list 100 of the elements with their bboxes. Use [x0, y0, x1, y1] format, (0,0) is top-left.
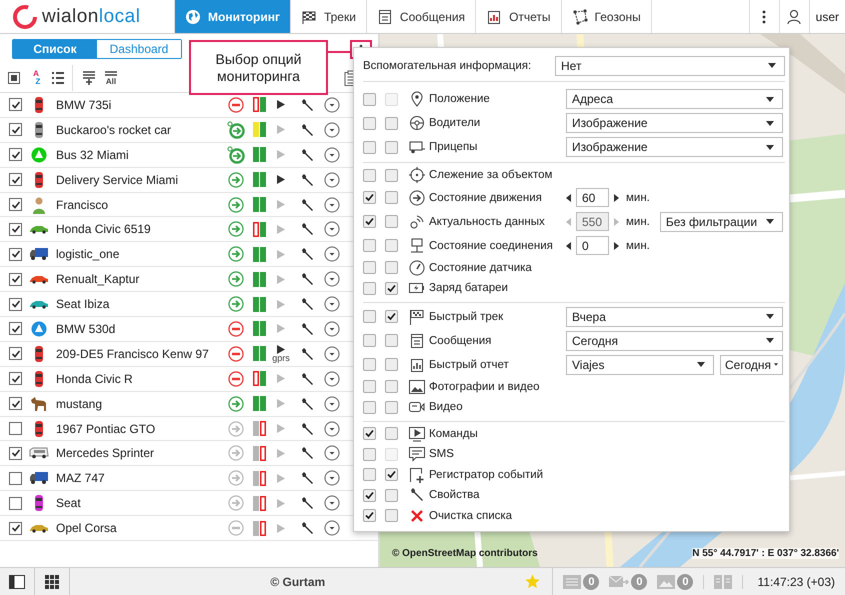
option-checkbox[interactable]: [363, 261, 376, 274]
select-field[interactable]: Без фильтрации: [660, 212, 783, 232]
dropdown-menu-icon[interactable]: [324, 96, 340, 113]
wrench-icon[interactable]: [300, 198, 314, 212]
select-all-checkbox[interactable]: [8, 72, 20, 84]
select-field[interactable]: Нет: [555, 56, 785, 76]
unit-checkbox[interactable]: [9, 472, 22, 485]
unit-checkbox[interactable]: [9, 422, 22, 436]
wrench-icon[interactable]: [300, 148, 314, 162]
option-checkbox[interactable]: [363, 358, 376, 371]
unit-name[interactable]: Mercedes Sprinter: [56, 446, 226, 460]
unit-name[interactable]: Bus 32 Miami: [56, 148, 226, 162]
unit-checkbox[interactable]: [9, 347, 22, 360]
wrench-icon[interactable]: [300, 322, 314, 336]
option-checkbox[interactable]: [363, 239, 376, 252]
wrench-icon[interactable]: [300, 372, 314, 386]
option-checkbox[interactable]: [385, 427, 398, 440]
dropdown-menu-icon[interactable]: [324, 221, 340, 238]
option-checkbox[interactable]: [385, 509, 398, 522]
option-checkbox[interactable]: [385, 168, 398, 182]
option-checkbox[interactable]: [363, 282, 376, 295]
unit-checkbox[interactable]: [9, 222, 22, 236]
nav-tab[interactable]: Мониторинг: [175, 0, 291, 33]
play-icon[interactable]: [277, 175, 285, 184]
wrench-icon[interactable]: [300, 122, 314, 137]
wrench-icon[interactable]: [300, 496, 314, 510]
option-checkbox[interactable]: [385, 380, 398, 394]
unit-checkbox[interactable]: [9, 98, 22, 112]
unit-name[interactable]: 209-DE5 Francisco Kenw 97: [56, 346, 226, 361]
wrench-icon[interactable]: [300, 422, 314, 436]
dropdown-menu-icon[interactable]: [324, 370, 340, 387]
user-name[interactable]: user: [808, 0, 845, 33]
add-all-button[interactable]: All: [101, 67, 121, 89]
unit-name[interactable]: Buckaroo's rocket car: [56, 122, 226, 137]
option-checkbox[interactable]: [363, 334, 376, 347]
unit-checkbox[interactable]: [9, 496, 22, 510]
option-checkbox[interactable]: [385, 239, 398, 252]
nav-tab[interactable]: Треки: [290, 0, 367, 33]
option-checkbox[interactable]: [385, 488, 398, 502]
dropdown-menu-icon[interactable]: [324, 420, 340, 437]
option-checkbox[interactable]: [363, 427, 376, 440]
unit-name[interactable]: 1967 Pontiac GTO: [56, 422, 226, 436]
wrench-icon[interactable]: [300, 471, 314, 486]
unit-name[interactable]: Opel Corsa: [56, 521, 226, 536]
option-checkbox[interactable]: [385, 261, 398, 274]
option-checkbox[interactable]: [385, 215, 398, 228]
wrench-icon[interactable]: [300, 346, 314, 361]
dropdown-menu-icon[interactable]: [324, 346, 340, 362]
dropdown-menu-icon[interactable]: [324, 520, 340, 536]
select-field[interactable]: Вчера: [566, 306, 783, 326]
dropdown-menu-icon[interactable]: [324, 122, 340, 138]
number-field[interactable]: 60: [576, 188, 609, 207]
unit-checkbox[interactable]: [9, 123, 22, 136]
unit-name[interactable]: MAZ 747: [56, 471, 226, 486]
select-field[interactable]: Viajes: [566, 354, 714, 374]
option-checkbox[interactable]: [363, 310, 376, 323]
unit-checkbox[interactable]: [9, 446, 22, 460]
decrement-icon[interactable]: [566, 242, 571, 250]
select-field[interactable]: Адреса: [566, 89, 783, 109]
wrench-icon[interactable]: [300, 222, 314, 236]
option-checkbox[interactable]: [385, 116, 398, 130]
option-checkbox[interactable]: [363, 92, 376, 106]
wrench-icon[interactable]: [300, 272, 314, 286]
option-checkbox[interactable]: [363, 116, 376, 130]
unit-checkbox[interactable]: [9, 522, 22, 535]
dropdown-menu-icon[interactable]: [324, 470, 340, 486]
sort-button[interactable]: A Z: [26, 67, 46, 89]
wrench-icon[interactable]: [300, 396, 314, 411]
option-checkbox[interactable]: [363, 380, 376, 394]
dropdown-menu-icon[interactable]: [324, 196, 340, 212]
unit-name[interactable]: Honda Civic R: [56, 372, 226, 386]
option-checkbox[interactable]: [385, 468, 398, 482]
select-field[interactable]: Сегодня: [720, 354, 783, 374]
dropdown-menu-icon[interactable]: [324, 246, 340, 262]
unit-name[interactable]: BMW 735i: [56, 98, 226, 112]
dropdown-menu-icon[interactable]: [324, 320, 340, 337]
select-field[interactable]: Сегодня: [566, 330, 783, 350]
option-checkbox[interactable]: [385, 400, 398, 414]
unit-name[interactable]: Francisco: [56, 198, 226, 212]
option-checkbox[interactable]: [363, 509, 376, 522]
option-checkbox[interactable]: [385, 310, 398, 323]
dropdown-menu-icon[interactable]: [324, 445, 340, 462]
option-checkbox[interactable]: [363, 400, 376, 414]
wrench-icon[interactable]: [300, 297, 314, 312]
option-checkbox[interactable]: [385, 358, 398, 371]
unit-name[interactable]: Honda Civic 6519: [56, 222, 226, 236]
nav-tab[interactable]: Геозоны: [562, 0, 652, 33]
wrench-icon[interactable]: [300, 98, 314, 112]
unit-checkbox[interactable]: [9, 298, 22, 311]
nav-tab[interactable]: Сообщения: [366, 0, 476, 33]
unit-checkbox[interactable]: [9, 272, 22, 286]
dropdown-menu-icon[interactable]: [324, 396, 340, 412]
star-icon[interactable]: [525, 574, 540, 589]
wrench-icon[interactable]: [300, 172, 314, 187]
option-checkbox[interactable]: [363, 215, 376, 228]
unit-name[interactable]: mustang: [56, 396, 226, 411]
nav-tab[interactable]: Отчеты: [476, 0, 562, 33]
select-field[interactable]: Изображение: [566, 113, 783, 133]
unit-name[interactable]: Delivery Service Miami: [56, 172, 226, 187]
option-checkbox[interactable]: [385, 140, 398, 154]
